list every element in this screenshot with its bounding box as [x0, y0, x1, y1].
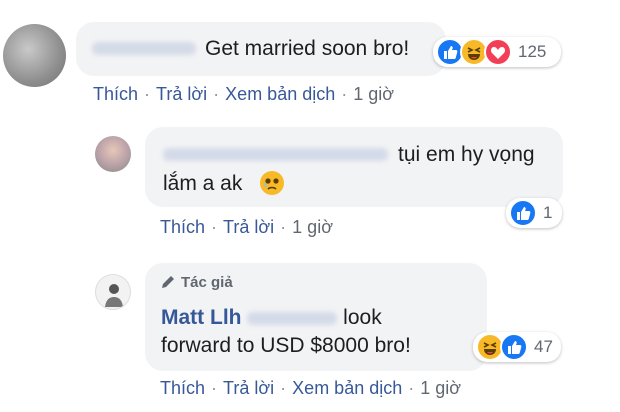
reply-1-actions: Thích · Trả lời · 1 giờ	[160, 217, 333, 238]
separator-dot: ·	[408, 378, 415, 398]
reply-2-actions: Thích · Trả lời · Xem bản dịch · 1 giờ	[160, 378, 461, 399]
comment-timestamp[interactable]: 1 giờ	[353, 84, 394, 104]
reply-2-text-line1: Matt Llh look	[161, 304, 382, 332]
reply-2-author-name[interactable]: Matt Llh	[161, 306, 241, 329]
reply-2-text-line2: forward to USD $8000 bro!	[161, 334, 411, 357]
reply-2-reactions[interactable]: 47	[473, 332, 561, 362]
reply-2-translate-link[interactable]: Xem bản dịch	[292, 378, 402, 398]
reply-1-text-line1: tụi em hy vọng	[398, 143, 535, 166]
comment-reaction-count: 125	[518, 42, 547, 61]
commenter-avatar[interactable]	[3, 24, 66, 87]
like-reaction-icon	[509, 199, 537, 227]
separator-dot: ·	[280, 378, 287, 398]
comment-actions: Thích · Trả lời · Xem bản dịch · 1 giờ	[93, 84, 394, 105]
comment-reactions[interactable]: 125	[433, 37, 561, 67]
separator-dot: ·	[144, 84, 151, 104]
reply-2-reply-link[interactable]: Trả lời	[223, 378, 274, 398]
comment-translate-link[interactable]: Xem bản dịch	[225, 84, 335, 104]
reply-1-reply-link[interactable]: Trả lời	[223, 217, 274, 237]
separator-dot: ·	[341, 84, 348, 104]
like-reaction-icon	[500, 333, 528, 361]
reply-1-like-link[interactable]: Thích	[160, 217, 205, 237]
separator-dot: ·	[211, 378, 218, 398]
separator-dot: ·	[211, 217, 218, 237]
commenter-name-blurred[interactable]	[92, 42, 196, 55]
reply-2-avatar[interactable]	[95, 274, 131, 310]
comment-like-link[interactable]: Thích	[93, 84, 138, 104]
separator-dot: ·	[213, 84, 220, 104]
comment-text: Get married soon bro!	[205, 37, 410, 60]
reply-2-like-link[interactable]: Thích	[160, 378, 205, 398]
separator-dot: ·	[280, 217, 287, 237]
reply-2-reaction-count: 47	[534, 337, 553, 356]
reply-2-name-blurred	[247, 311, 338, 325]
pencil-icon	[159, 273, 177, 291]
reply-1-reactions[interactable]: 1	[506, 198, 562, 228]
reply-2-text-first: look	[343, 306, 382, 329]
love-reaction-icon	[484, 38, 512, 66]
reply-1-reaction-count: 1	[543, 203, 553, 222]
reply-2-timestamp[interactable]: 1 giờ	[420, 378, 461, 398]
reply-1-timestamp[interactable]: 1 giờ	[292, 217, 333, 237]
comment-reply-link[interactable]: Trả lời	[156, 84, 207, 104]
reply-1-text-line2: lắm a ak	[163, 172, 243, 195]
author-badge: Tác giả	[181, 274, 233, 291]
reply-1-name-blurred[interactable]	[163, 148, 388, 161]
reply-1-avatar[interactable]	[95, 136, 131, 172]
crying-emoji-icon	[259, 170, 285, 196]
